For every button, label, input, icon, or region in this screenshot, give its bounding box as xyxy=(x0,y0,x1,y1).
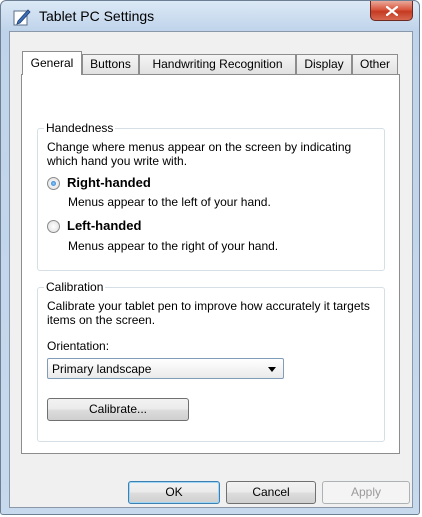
apply-button[interactable]: Apply xyxy=(322,481,410,504)
cancel-button[interactable]: Cancel xyxy=(226,481,316,504)
left-handed-description: Menus appear to the right of your hand. xyxy=(68,239,279,253)
chevron-down-icon xyxy=(268,367,276,372)
handedness-group: Handedness Change where menus appear on … xyxy=(37,121,385,271)
dialog-body: General Buttons Handwriting Recognition … xyxy=(9,31,413,508)
window-title: Tablet PC Settings xyxy=(39,8,155,24)
tab-general[interactable]: General xyxy=(22,51,82,75)
left-handed-radio[interactable] xyxy=(47,220,60,233)
calibration-group: Calibration Calibrate your tablet pen to… xyxy=(37,280,385,442)
tab-display[interactable]: Display xyxy=(296,54,352,74)
handedness-description: Change where menus appear on the screen … xyxy=(47,140,352,168)
orientation-value: Primary landscape xyxy=(52,362,152,376)
calibration-title: Calibration xyxy=(44,280,106,294)
right-handed-label[interactable]: Right-handed xyxy=(67,175,151,190)
tab-other[interactable]: Other xyxy=(352,54,398,74)
calibration-description: Calibrate your tablet pen to improve how… xyxy=(47,299,370,327)
right-handed-radio[interactable] xyxy=(47,177,60,190)
general-tab-panel: Handedness Change where menus appear on … xyxy=(21,74,400,454)
tablet-pen-icon xyxy=(13,9,31,26)
calibrate-button[interactable]: Calibrate... xyxy=(47,398,189,421)
tab-handwriting-recognition[interactable]: Handwriting Recognition xyxy=(139,54,296,74)
orientation-label: Orientation: xyxy=(47,339,110,353)
ok-button[interactable]: OK xyxy=(128,481,220,504)
close-icon xyxy=(386,6,398,16)
handedness-title: Handedness xyxy=(44,121,116,135)
left-handed-label[interactable]: Left-handed xyxy=(67,218,141,233)
right-handed-description: Menus appear to the left of your hand. xyxy=(68,195,271,209)
settings-window: Tablet PC Settings General Buttons Handw… xyxy=(0,0,420,515)
title-bar: Tablet PC Settings xyxy=(1,1,419,31)
tab-buttons[interactable]: Buttons xyxy=(82,54,139,74)
orientation-select[interactable]: Primary landscape xyxy=(47,358,284,379)
close-button[interactable] xyxy=(370,1,413,21)
